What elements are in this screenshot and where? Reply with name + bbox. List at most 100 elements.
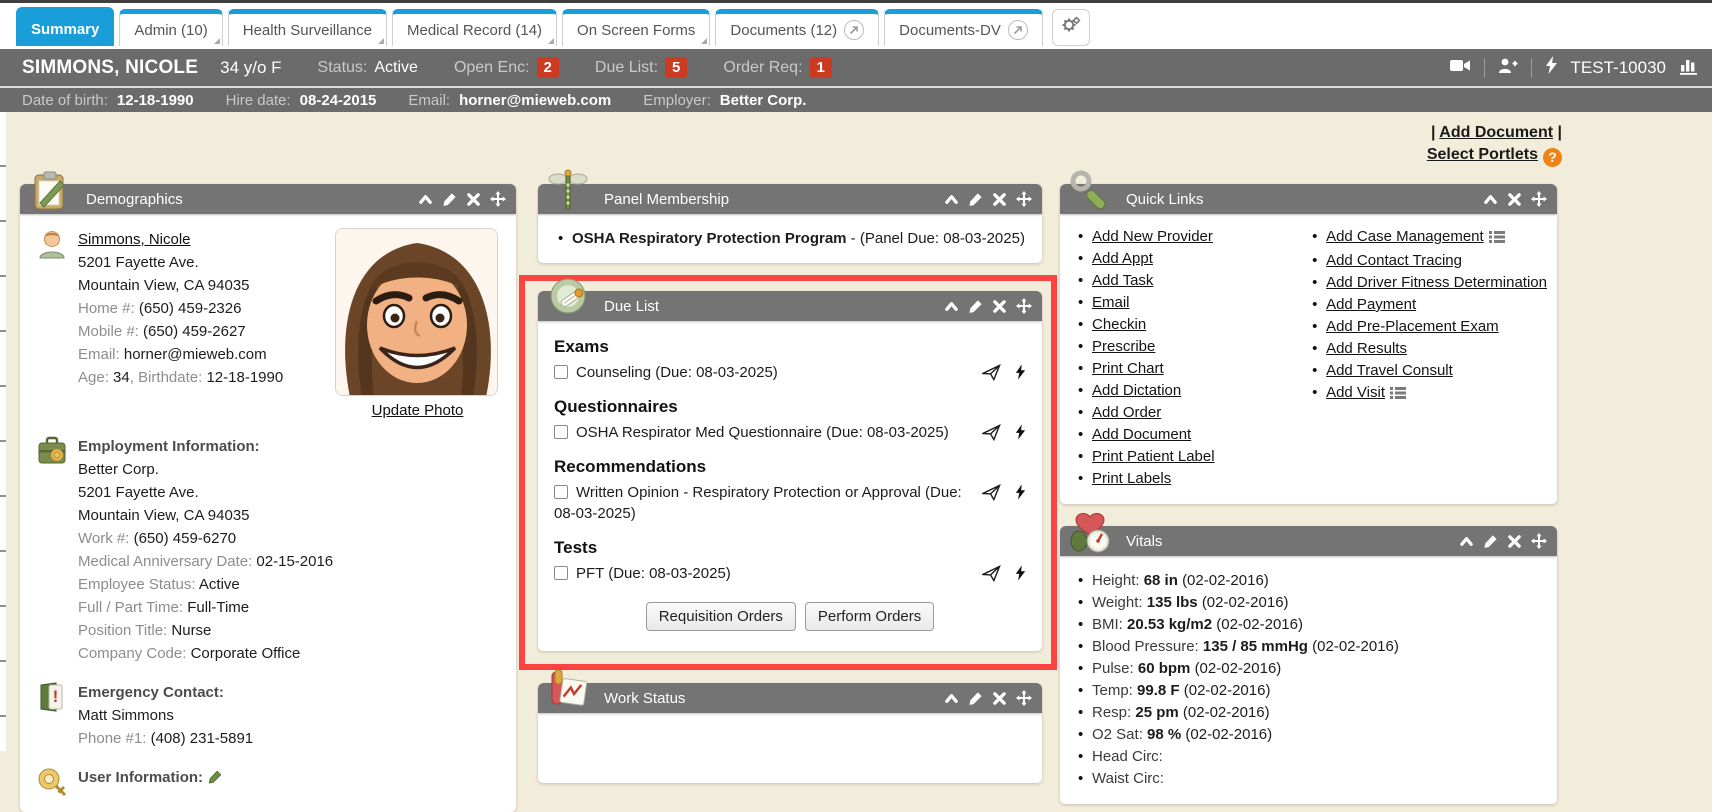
due-list-header: Due List bbox=[538, 291, 1042, 321]
due-list-badge[interactable]: 5 bbox=[665, 57, 687, 78]
tab-documents[interactable]: Documents (12) bbox=[715, 9, 879, 46]
external-link-icon[interactable] bbox=[844, 20, 864, 40]
edit-icon[interactable] bbox=[968, 299, 983, 314]
tab-documents-dv[interactable]: Documents-DV bbox=[884, 9, 1043, 46]
quick-link[interactable]: Add Travel Consult bbox=[1326, 362, 1453, 379]
quick-link[interactable]: Add Task bbox=[1092, 272, 1153, 289]
requisition-orders-button[interactable]: Requisition Orders bbox=[646, 602, 796, 631]
move-icon[interactable] bbox=[1016, 191, 1032, 207]
quick-link[interactable]: Add Visit bbox=[1326, 384, 1385, 401]
tab-settings-button[interactable] bbox=[1052, 9, 1090, 46]
close-icon[interactable] bbox=[992, 192, 1007, 207]
collapse-icon[interactable] bbox=[1459, 534, 1474, 549]
due-list-portlet: Due List Exams Counseling (Due: 08-03-20… bbox=[538, 291, 1042, 651]
lightning-icon[interactable] bbox=[1015, 565, 1026, 588]
due-item-checkbox[interactable] bbox=[554, 485, 568, 499]
divider bbox=[1531, 58, 1532, 78]
status-label: Status: bbox=[318, 59, 368, 77]
quick-link[interactable]: Print Labels bbox=[1092, 470, 1171, 487]
list-icon[interactable] bbox=[1390, 384, 1406, 406]
send-icon[interactable] bbox=[982, 364, 1001, 387]
due-list-highlight-box: Due List Exams Counseling (Due: 08-03-20… bbox=[519, 275, 1057, 670]
tab-summary[interactable]: Summary bbox=[16, 7, 114, 46]
send-icon[interactable] bbox=[982, 424, 1001, 447]
quick-link[interactable]: Add Driver Fitness Determination bbox=[1326, 274, 1547, 291]
select-portlets-link[interactable]: Select Portlets bbox=[1427, 146, 1538, 163]
quick-link[interactable]: Print Patient Label bbox=[1092, 448, 1215, 465]
move-icon[interactable] bbox=[1016, 690, 1032, 706]
perform-orders-button[interactable]: Perform Orders bbox=[805, 602, 934, 631]
email-value: horner@mieweb.com bbox=[459, 92, 611, 109]
caduceus-icon bbox=[546, 169, 590, 213]
open-enc-label: Open Enc: bbox=[454, 59, 530, 77]
quick-link[interactable]: Email bbox=[1092, 294, 1130, 311]
quick-link[interactable]: Add Document bbox=[1092, 426, 1191, 443]
tab-menu-corner bbox=[378, 38, 384, 44]
help-icon[interactable]: ? bbox=[1543, 148, 1562, 167]
due-item-checkbox[interactable] bbox=[554, 566, 568, 580]
send-icon[interactable] bbox=[982, 484, 1001, 507]
tab-admin[interactable]: Admin (10) bbox=[119, 9, 222, 46]
close-icon[interactable] bbox=[466, 192, 481, 207]
edit-icon[interactable] bbox=[442, 192, 457, 207]
collapse-icon[interactable] bbox=[944, 192, 959, 207]
collapse-icon[interactable] bbox=[944, 299, 959, 314]
move-icon[interactable] bbox=[1016, 298, 1032, 314]
lightning-icon[interactable] bbox=[1545, 56, 1558, 79]
quick-link[interactable]: Print Chart bbox=[1092, 360, 1164, 377]
edit-icon[interactable] bbox=[1483, 534, 1498, 549]
emergency-name: Matt Simmons bbox=[78, 704, 253, 727]
quick-link[interactable]: Add Order bbox=[1092, 404, 1161, 421]
edit-icon[interactable] bbox=[968, 192, 983, 207]
quick-link[interactable]: Add Results bbox=[1326, 340, 1407, 357]
birthdate-value: 12-18-1990 bbox=[206, 369, 283, 386]
due-item-checkbox[interactable] bbox=[554, 365, 568, 379]
collapse-icon[interactable] bbox=[1483, 192, 1498, 207]
user-info-icon bbox=[36, 766, 68, 798]
emergency-contact-icon: ! bbox=[36, 681, 68, 713]
move-icon[interactable] bbox=[490, 191, 506, 207]
quick-link[interactable]: Prescribe bbox=[1092, 338, 1155, 355]
quick-link[interactable]: Add Contact Tracing bbox=[1326, 252, 1462, 269]
vitals-portlet: Vitals Height: 68 in (02-02-2016) Weight… bbox=[1060, 526, 1557, 804]
add-document-link[interactable]: Add Document bbox=[1439, 124, 1553, 141]
close-icon[interactable] bbox=[992, 691, 1007, 706]
quick-link[interactable]: Add Payment bbox=[1326, 296, 1416, 313]
patient-email: horner@mieweb.com bbox=[124, 346, 267, 363]
edit-icon[interactable] bbox=[968, 691, 983, 706]
due-section-heading: Tests bbox=[554, 538, 1026, 558]
quick-link[interactable]: Add New Provider bbox=[1092, 228, 1213, 245]
tab-medical-record[interactable]: Medical Record (14) bbox=[392, 9, 557, 46]
quick-link[interactable]: Add Case Management bbox=[1326, 228, 1484, 245]
video-camera-icon[interactable] bbox=[1449, 57, 1471, 79]
tab-on-screen-forms[interactable]: On Screen Forms bbox=[562, 9, 710, 46]
open-enc-badge[interactable]: 2 bbox=[537, 57, 559, 78]
send-icon[interactable] bbox=[982, 565, 1001, 588]
lightning-icon[interactable] bbox=[1015, 364, 1026, 387]
lightning-icon[interactable] bbox=[1015, 424, 1026, 447]
close-icon[interactable] bbox=[1507, 192, 1522, 207]
close-icon[interactable] bbox=[992, 299, 1007, 314]
collapse-icon[interactable] bbox=[944, 691, 959, 706]
quick-link[interactable]: Checkin bbox=[1092, 316, 1146, 333]
lightning-icon[interactable] bbox=[1015, 484, 1026, 507]
quick-link[interactable]: Add Dictation bbox=[1092, 382, 1181, 399]
add-person-icon[interactable] bbox=[1498, 57, 1518, 79]
due-item: OSHA Respirator Med Questionnaire (Due: … bbox=[554, 422, 1026, 443]
quick-link[interactable]: Add Appt bbox=[1092, 250, 1153, 267]
move-icon[interactable] bbox=[1531, 191, 1547, 207]
due-item-checkbox[interactable] bbox=[554, 425, 568, 439]
edit-pencil-icon[interactable] bbox=[208, 771, 222, 788]
move-icon[interactable] bbox=[1531, 533, 1547, 549]
chart-icon[interactable] bbox=[1679, 56, 1698, 80]
external-link-icon[interactable] bbox=[1008, 20, 1028, 40]
close-icon[interactable] bbox=[1507, 534, 1522, 549]
list-icon[interactable] bbox=[1489, 228, 1505, 250]
order-req-badge[interactable]: 1 bbox=[810, 57, 832, 78]
collapse-icon[interactable] bbox=[418, 192, 433, 207]
tab-health-surveillance[interactable]: Health Surveillance bbox=[228, 9, 387, 46]
quick-link[interactable]: Add Pre-Placement Exam bbox=[1326, 318, 1499, 335]
patient-name-link[interactable]: Simmons, Nicole bbox=[78, 231, 191, 248]
vital-row: Temp: 99.8 F (02-02-2016) bbox=[1076, 680, 1541, 702]
update-photo-link[interactable]: Update Photo bbox=[372, 402, 464, 419]
